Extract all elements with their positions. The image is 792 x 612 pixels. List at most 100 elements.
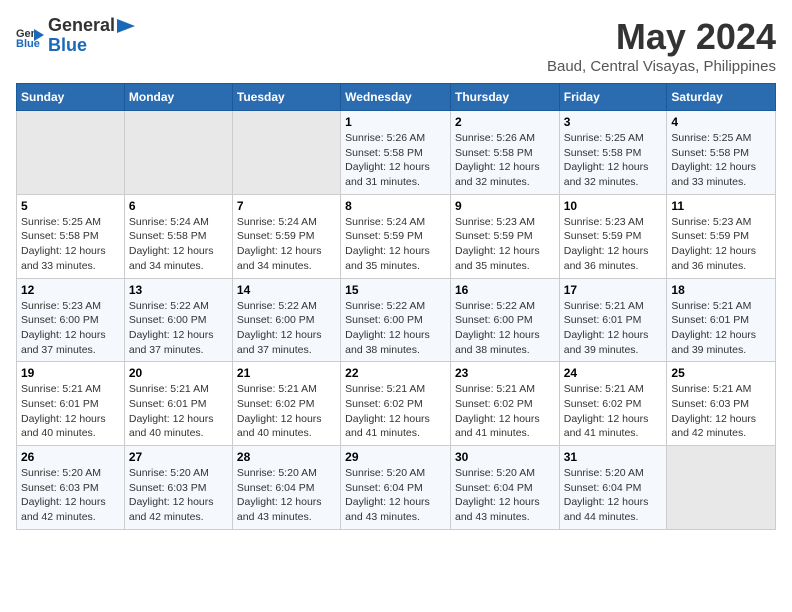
calendar-week-row: 26Sunrise: 5:20 AMSunset: 6:03 PMDayligh… [17,446,776,530]
day-number: 20 [129,366,228,380]
calendar-cell [667,446,776,530]
calendar-cell: 16 Sunrise: 5:22 AMSunset: 6:00 PMDayligh… [450,278,559,362]
day-info: Sunrise: 5:22 AMSunset: 6:00 PMDaylight:… [455,299,555,358]
calendar-cell: 22 Sunrise: 5:21 AMSunset: 6:02 PMDayligh… [341,362,451,446]
day-info: Sunrise: 5:20 AMSunset: 6:04 PMDaylight:… [345,466,446,525]
weekday-header-sunday: Sunday [17,84,125,111]
calendar-cell: 4 Sunrise: 5:25 AMSunset: 5:58 PMDaylight… [667,111,776,195]
day-number: 3 [564,115,663,129]
day-number: 29 [345,450,446,464]
calendar-cell: 28 Sunrise: 5:20 AMSunset: 6:04 PMDayligh… [232,446,340,530]
day-number: 14 [237,283,336,297]
day-info: Sunrise: 5:20 AMSunset: 6:04 PMDaylight:… [564,466,663,525]
day-number: 13 [129,283,228,297]
day-number: 30 [455,450,555,464]
calendar-cell: 30 Sunrise: 5:20 AMSunset: 6:04 PMDayligh… [450,446,559,530]
day-info: Sunrise: 5:26 AMSunset: 5:58 PMDaylight:… [455,131,555,190]
weekday-header-wednesday: Wednesday [341,84,451,111]
day-number: 31 [564,450,663,464]
day-info: Sunrise: 5:20 AMSunset: 6:04 PMDaylight:… [455,466,555,525]
day-info: Sunrise: 5:21 AMSunset: 6:02 PMDaylight:… [455,382,555,441]
calendar-cell [124,111,232,195]
weekday-header-thursday: Thursday [450,84,559,111]
calendar-cell: 17Sunrise: 5:21 AMSunset: 6:01 PMDayligh… [559,278,667,362]
day-info: Sunrise: 5:23 AMSunset: 6:00 PMDaylight:… [21,299,120,358]
day-number: 6 [129,199,228,213]
weekday-header-saturday: Saturday [667,84,776,111]
day-info: Sunrise: 5:20 AMSunset: 6:04 PMDaylight:… [237,466,336,525]
calendar-cell [17,111,125,195]
day-info: Sunrise: 5:21 AMSunset: 6:01 PMDaylight:… [671,299,771,358]
calendar-week-row: 1 Sunrise: 5:26 AMSunset: 5:58 PMDaylight… [17,111,776,195]
calendar-cell: 8 Sunrise: 5:24 AMSunset: 5:59 PMDaylight… [341,194,451,278]
weekday-header-row: SundayMondayTuesdayWednesdayThursdayFrid… [17,84,776,111]
calendar-cell: 9 Sunrise: 5:23 AMSunset: 5:59 PMDaylight… [450,194,559,278]
day-info: Sunrise: 5:24 AMSunset: 5:59 PMDaylight:… [345,215,446,274]
calendar-title: May 2024 [547,16,776,58]
day-info: Sunrise: 5:25 AMSunset: 5:58 PMDaylight:… [21,215,120,274]
calendar-cell: 14 Sunrise: 5:22 AMSunset: 6:00 PMDayligh… [232,278,340,362]
day-number: 10 [564,199,663,213]
day-number: 21 [237,366,336,380]
calendar-cell: 2 Sunrise: 5:26 AMSunset: 5:58 PMDaylight… [450,111,559,195]
calendar-cell: 12 Sunrise: 5:23 AMSunset: 6:00 PMDayligh… [17,278,125,362]
day-info: Sunrise: 5:25 AMSunset: 5:58 PMDaylight:… [671,131,771,190]
day-info: Sunrise: 5:23 AMSunset: 5:59 PMDaylight:… [564,215,663,274]
day-info: Sunrise: 5:23 AMSunset: 5:59 PMDaylight:… [671,215,771,274]
logo-arrow-icon [117,19,135,33]
calendar-cell: 13 Sunrise: 5:22 AMSunset: 6:00 PMDayligh… [124,278,232,362]
calendar-subtitle: Baud, Central Visayas, Philippines [547,58,776,75]
day-info: Sunrise: 5:21 AMSunset: 6:01 PMDaylight:… [129,382,228,441]
day-number: 1 [345,115,446,129]
day-info: Sunrise: 5:21 AMSunset: 6:02 PMDaylight:… [345,382,446,441]
day-number: 11 [671,199,771,213]
day-number: 9 [455,199,555,213]
day-number: 15 [345,283,446,297]
logo: Gen Blue General Blue [16,16,135,56]
page-header: Gen Blue General Blue May 2024 Baud, Cen… [16,16,776,75]
calendar-week-row: 5 Sunrise: 5:25 AMSunset: 5:58 PMDaylight… [17,194,776,278]
weekday-header-friday: Friday [559,84,667,111]
calendar-table: SundayMondayTuesdayWednesdayThursdayFrid… [16,83,776,530]
calendar-cell: 24 Sunrise: 5:21 AMSunset: 6:02 PMDayligh… [559,362,667,446]
day-info: Sunrise: 5:22 AMSunset: 6:00 PMDaylight:… [129,299,228,358]
calendar-cell: 26Sunrise: 5:20 AMSunset: 6:03 PMDayligh… [17,446,125,530]
calendar-cell: 25 Sunrise: 5:21 AMSunset: 6:03 PMDayligh… [667,362,776,446]
day-info: Sunrise: 5:21 AMSunset: 6:02 PMDaylight:… [564,382,663,441]
day-number: 28 [237,450,336,464]
calendar-cell: 11 Sunrise: 5:23 AMSunset: 5:59 PMDayligh… [667,194,776,278]
day-info: Sunrise: 5:23 AMSunset: 5:59 PMDaylight:… [455,215,555,274]
day-number: 25 [671,366,771,380]
day-number: 4 [671,115,771,129]
calendar-week-row: 12 Sunrise: 5:23 AMSunset: 6:00 PMDayligh… [17,278,776,362]
calendar-cell: 6Sunrise: 5:24 AMSunset: 5:58 PMDaylight… [124,194,232,278]
logo-blue-text: Blue [48,36,135,56]
day-number: 8 [345,199,446,213]
day-info: Sunrise: 5:21 AMSunset: 6:01 PMDaylight:… [21,382,120,441]
day-info: Sunrise: 5:24 AMSunset: 5:59 PMDaylight:… [237,215,336,274]
day-info: Sunrise: 5:26 AMSunset: 5:58 PMDaylight:… [345,131,446,190]
day-number: 24 [564,366,663,380]
calendar-cell: 5 Sunrise: 5:25 AMSunset: 5:58 PMDaylight… [17,194,125,278]
calendar-cell: 1 Sunrise: 5:26 AMSunset: 5:58 PMDaylight… [341,111,451,195]
day-number: 22 [345,366,446,380]
calendar-cell: 10 Sunrise: 5:23 AMSunset: 5:59 PMDayligh… [559,194,667,278]
weekday-header-monday: Monday [124,84,232,111]
title-block: May 2024 Baud, Central Visayas, Philippi… [547,16,776,75]
day-info: Sunrise: 5:22 AMSunset: 6:00 PMDaylight:… [237,299,336,358]
day-number: 12 [21,283,120,297]
day-info: Sunrise: 5:21 AMSunset: 6:03 PMDaylight:… [671,382,771,441]
logo-icon: Gen Blue [16,25,44,47]
day-number: 23 [455,366,555,380]
day-info: Sunrise: 5:22 AMSunset: 6:00 PMDaylight:… [345,299,446,358]
weekday-header-tuesday: Tuesday [232,84,340,111]
day-number: 7 [237,199,336,213]
day-info: Sunrise: 5:20 AMSunset: 6:03 PMDaylight:… [129,466,228,525]
day-number: 5 [21,199,120,213]
calendar-cell [232,111,340,195]
day-number: 16 [455,283,555,297]
calendar-cell: 15 Sunrise: 5:22 AMSunset: 6:00 PMDayligh… [341,278,451,362]
calendar-cell: 19Sunrise: 5:21 AMSunset: 6:01 PMDayligh… [17,362,125,446]
logo-general-text: General [48,16,115,36]
day-number: 2 [455,115,555,129]
